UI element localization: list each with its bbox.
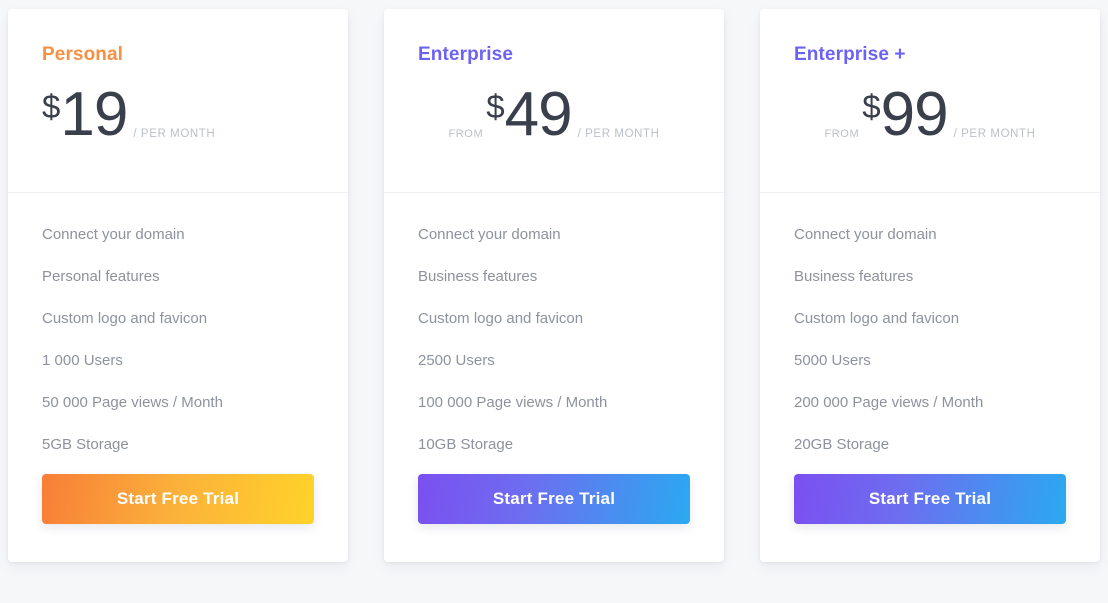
plan-title: Enterprise — [418, 44, 513, 65]
currency-symbol: $ — [862, 88, 881, 125]
plan-header: Enterprise + FROM $ 99 / PER MONTH — [760, 9, 1100, 193]
plan-card-enterprise-plus: Enterprise + FROM $ 99 / PER MONTH Conne… — [760, 9, 1100, 562]
price-period-label: / PER MONTH — [577, 128, 660, 140]
plan-footer: Start Free Trial — [760, 452, 1100, 562]
start-free-trial-button[interactable]: Start Free Trial — [418, 474, 690, 524]
price-period-label: / PER MONTH — [133, 128, 216, 140]
plan-footer: Start Free Trial — [384, 452, 724, 562]
list-item: 50 000 Page views / Month — [42, 394, 223, 411]
price-period-label: / PER MONTH — [953, 128, 1036, 140]
list-item: 100 000 Page views / Month — [418, 394, 608, 411]
price-amount: 19 — [60, 80, 128, 149]
start-free-trial-button[interactable]: Start Free Trial — [794, 474, 1066, 524]
plan-header: Enterprise FROM $ 49 / PER MONTH — [384, 9, 724, 193]
plan-header: Personal $ 19 / PER MONTH — [8, 9, 348, 193]
plan-features: Connect your domain Business features Cu… — [760, 193, 1100, 452]
list-item: 1 000 Users — [42, 352, 123, 369]
list-item: 5GB Storage — [42, 436, 129, 453]
pricing-table: Personal $ 19 / PER MONTH Connect your d… — [0, 0, 1108, 603]
price-from-label: FROM — [448, 128, 484, 140]
list-item: Connect your domain — [42, 226, 185, 243]
list-item: Personal features — [42, 268, 160, 285]
feature-list: Connect your domain Business features Cu… — [794, 227, 1066, 452]
list-item: Connect your domain — [794, 226, 937, 243]
currency-symbol: $ — [42, 88, 61, 125]
plan-title: Personal — [42, 44, 124, 65]
price-row: FROM $ 99 / PER MONTH — [794, 84, 1066, 146]
plan-card-personal: Personal $ 19 / PER MONTH Connect your d… — [8, 9, 348, 562]
feature-list: Connect your domain Personal features Cu… — [42, 227, 314, 452]
price-row: $ 19 / PER MONTH — [42, 84, 314, 146]
plan-title: Enterprise + — [794, 44, 906, 65]
list-item: 2500 Users — [418, 352, 495, 369]
list-item: Custom logo and favicon — [794, 310, 960, 327]
price-row: FROM $ 49 / PER MONTH — [418, 84, 690, 146]
currency-symbol: $ — [486, 88, 505, 125]
list-item: 10GB Storage — [418, 436, 514, 453]
price-amount: 99 — [880, 80, 949, 149]
plan-footer: Start Free Trial — [8, 452, 348, 562]
plan-features: Connect your domain Business features Cu… — [384, 193, 724, 452]
list-item: Custom logo and favicon — [418, 310, 584, 327]
start-free-trial-button[interactable]: Start Free Trial — [42, 474, 314, 524]
price-amount: 49 — [504, 80, 573, 149]
list-item: Business features — [418, 268, 538, 285]
price-from-label: FROM — [824, 128, 860, 140]
list-item: Custom logo and favicon — [42, 310, 208, 327]
plan-card-enterprise: Enterprise FROM $ 49 / PER MONTH Connect… — [384, 9, 724, 562]
list-item: Connect your domain — [418, 226, 561, 243]
feature-list: Connect your domain Business features Cu… — [418, 227, 690, 452]
list-item: 200 000 Page views / Month — [794, 394, 984, 411]
plan-features: Connect your domain Personal features Cu… — [8, 193, 348, 452]
list-item: 5000 Users — [794, 352, 871, 369]
list-item: Business features — [794, 268, 914, 285]
list-item: 20GB Storage — [794, 436, 890, 453]
